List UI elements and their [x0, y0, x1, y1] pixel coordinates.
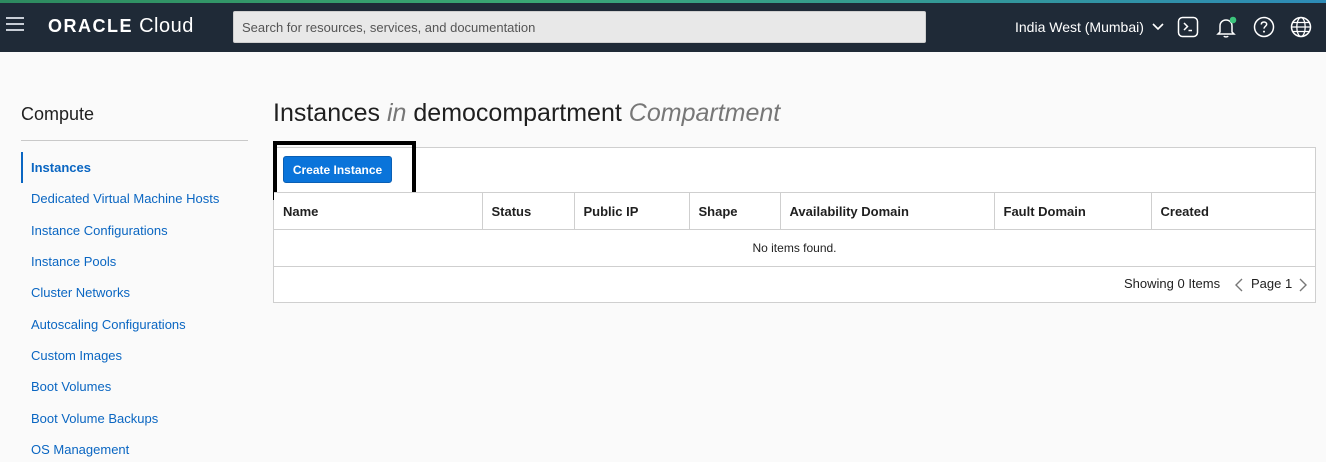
title-in: in	[386, 99, 407, 127]
column-header-status[interactable]: Status	[482, 192, 575, 230]
sidebar-item-dedicated-vm-hosts[interactable]: Dedicated Virtual Machine Hosts	[21, 183, 248, 214]
logo-product: Cloud	[139, 15, 194, 37]
create-instance-button[interactable]: Create Instance	[283, 156, 392, 183]
sidebar-item-boot-volumes[interactable]: Boot Volumes	[21, 371, 248, 402]
page-title: Instances in democompartment Compartment	[273, 99, 780, 128]
title-resource: Instances	[273, 99, 381, 127]
logo-brand: ORACLE	[48, 16, 133, 36]
sidebar-title: Compute	[21, 104, 95, 124]
empty-message: No items found.	[274, 229, 1315, 267]
column-header-public-ip[interactable]: Public IP	[574, 192, 690, 230]
sidebar-item-os-management[interactable]: OS Management	[21, 434, 248, 462]
menu-icon[interactable]	[6, 17, 24, 33]
title-compartment-suffix: Compartment	[628, 99, 781, 127]
sidebar-divider	[21, 140, 248, 141]
chevron-left-icon[interactable]	[1233, 277, 1245, 293]
sidebar-item-instance-pools[interactable]: Instance Pools	[21, 246, 248, 277]
help-icon[interactable]	[1252, 15, 1276, 39]
region-label: India West (Mumbai)	[1015, 19, 1144, 35]
sidebar-item-instances[interactable]: Instances	[21, 152, 248, 184]
region-selector[interactable]: India West (Mumbai)	[1015, 18, 1164, 35]
globe-icon[interactable]	[1289, 15, 1313, 39]
sidebar-item-boot-volume-backups[interactable]: Boot Volume Backups	[21, 402, 248, 433]
page-indicator: Page 1	[1251, 276, 1293, 291]
sidebar-nav: Instances Dedicated Virtual Machine Host…	[21, 152, 248, 462]
item-count: Showing 0 Items	[1124, 276, 1221, 291]
sidebar-item-instance-configurations[interactable]: Instance Configurations	[21, 215, 248, 246]
column-header-shape[interactable]: Shape	[689, 192, 781, 230]
sidebar-item-custom-images[interactable]: Custom Images	[21, 340, 248, 371]
oracle-cloud-logo[interactable]: ORACLE Cloud	[48, 15, 194, 38]
bell-icon[interactable]	[1214, 15, 1238, 39]
cloud-shell-icon[interactable]	[1176, 15, 1200, 39]
column-header-availability-domain[interactable]: Availability Domain	[780, 192, 995, 230]
accent-stripe	[0, 0, 1326, 3]
sidebar-item-autoscaling-configurations[interactable]: Autoscaling Configurations	[21, 308, 248, 339]
search-input[interactable]	[233, 11, 926, 43]
table-header-row: Name Status Public IP Shape Availability…	[274, 192, 1315, 230]
instances-table: Name Status Public IP Shape Availability…	[274, 192, 1315, 267]
title-compartment-name: democompartment	[413, 99, 622, 127]
column-header-name[interactable]: Name	[274, 192, 483, 230]
chevron-down-icon	[1152, 18, 1164, 34]
sidebar-item-cluster-networks[interactable]: Cluster Networks	[21, 277, 248, 308]
table-row: No items found.	[274, 229, 1315, 267]
column-header-fault-domain[interactable]: Fault Domain	[994, 192, 1152, 230]
column-header-created[interactable]: Created	[1151, 192, 1315, 230]
top-navigation-bar: ORACLE Cloud India West (Mumbai)	[0, 0, 1326, 52]
chevron-right-icon[interactable]	[1297, 277, 1309, 293]
